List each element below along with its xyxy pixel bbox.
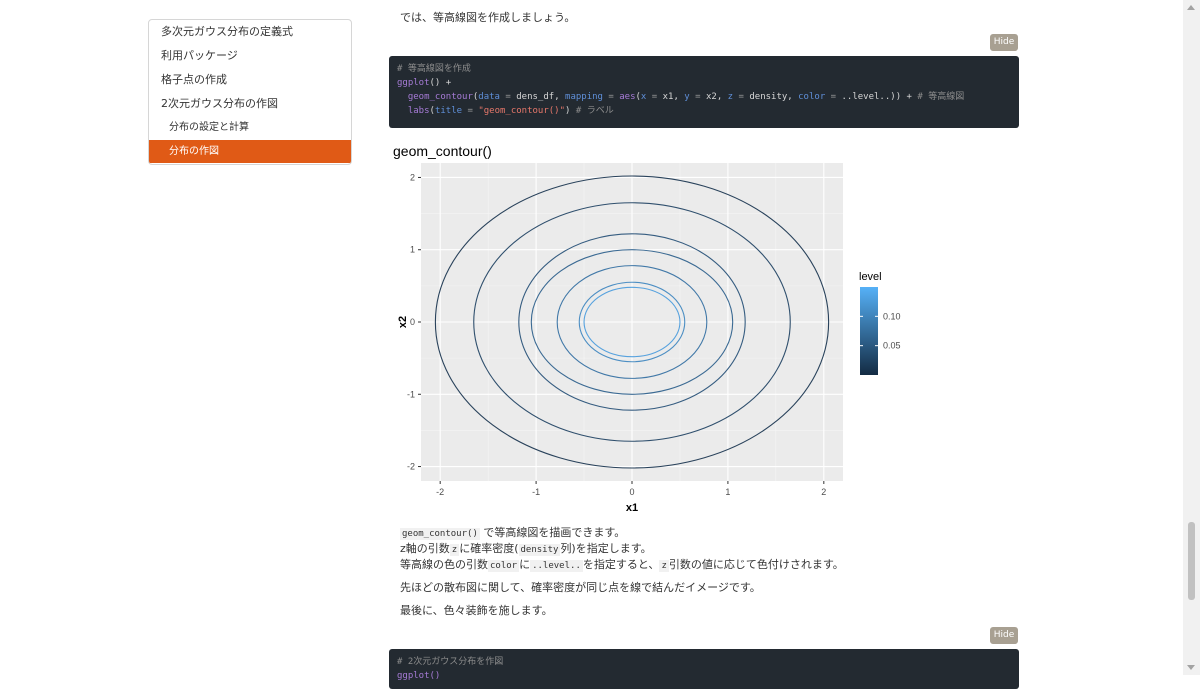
desc-line-3: 等高線の色の引数 color に ..level.. を指定すると、 z 引数の値に応じて色… [400, 556, 844, 572]
legend-title: level [859, 271, 882, 283]
code-token: = [602, 92, 620, 102]
toc-item-2d-gaussian[interactable]: 2次元ガウス分布の作図 [149, 92, 351, 116]
code-token: x2 [705, 92, 717, 102]
inline-code: z [449, 544, 460, 556]
desc-text: を指定すると、 [582, 558, 660, 571]
y-axis-ticks: -2 -1 0 1 2 [407, 172, 421, 472]
y-axis-label: x2 [397, 316, 409, 328]
code-block: # 等高線図を作成 ggplot() + geom_contour(data =… [389, 56, 1019, 128]
toc-item-definition[interactable]: 多次元ガウス分布の定義式 [149, 20, 351, 44]
desc-text: z軸の引数 [400, 542, 450, 555]
y-tick-label: 2 [410, 172, 415, 182]
code-token: ) [565, 106, 576, 116]
code-token: mapping [565, 92, 603, 102]
code-token: = [646, 92, 663, 102]
code-token: )) + [890, 92, 918, 102]
toc-item-grid-points[interactable]: 格子点の作成 [149, 68, 351, 92]
inline-code: geom_contour() [400, 528, 480, 540]
desc-text: 等高線の色の引数 [400, 558, 488, 571]
y-tick-label: 1 [410, 245, 415, 255]
code-comment: # 等高線図 [917, 92, 965, 102]
x-tick-label: -2 [436, 487, 444, 497]
code-token: title [434, 106, 463, 116]
legend-colorbar [860, 287, 878, 375]
code-token: data [478, 92, 500, 102]
x-axis-ticks: -2 -1 0 1 2 [436, 481, 826, 497]
hide-code-button[interactable]: Hide [990, 627, 1018, 644]
x-axis-label: x1 [626, 502, 638, 514]
code-token: = [733, 92, 750, 102]
x-tick-label: 0 [629, 487, 634, 497]
desc-line-1: geom_contour() で等高線図を描画できます。 [400, 524, 625, 540]
scroll-up-arrow-icon[interactable] [1187, 5, 1195, 10]
toc-item-packages[interactable]: 利用パッケージ [149, 44, 351, 68]
code-token: ggplot [397, 78, 430, 88]
code-token: = [689, 92, 706, 102]
scroll-down-arrow-icon[interactable] [1187, 665, 1195, 670]
desc-text: で等高線図を描画できます。 [479, 526, 626, 539]
code-comment: # ラベル [575, 106, 614, 116]
desc-text: 列)を指定します。 [560, 542, 652, 555]
legend-tick-label: 0.10 [883, 311, 901, 321]
inline-code: z [659, 560, 669, 572]
inline-code: density [518, 544, 561, 556]
code-token: color [798, 92, 826, 102]
code-token: "geom_contour()" [478, 106, 566, 116]
code-token: aes [619, 92, 636, 102]
contour-chart: geom_contour() -2 -1 0 1 2 -2 -1 0 1 2 x1 x2 lev… [393, 143, 901, 514]
code-token: = [825, 92, 842, 102]
code-token: labs [407, 106, 430, 116]
code-token: = [499, 92, 517, 102]
x-tick-label: 1 [725, 487, 730, 497]
code-token: dens_df [516, 92, 555, 102]
code-token: density [749, 92, 788, 102]
chart-title: geom_contour() [393, 143, 492, 159]
x-tick-label: -1 [532, 487, 540, 497]
inline-code: color [488, 560, 520, 572]
desc-text: に確率密度( [459, 542, 519, 555]
desc-paragraph-3: 最後に、色々装飾を施します。 [400, 604, 553, 617]
code-comment: # 等高線図を作成 [397, 64, 471, 74]
desc-line-2: z軸の引数 z に確率密度(density 列)を指定します。 [400, 540, 652, 556]
intro-paragraph: では、等高線図を作成しましょう。 [400, 11, 576, 24]
inline-code: ..level.. [530, 560, 583, 572]
table-of-contents: 多次元ガウス分布の定義式 利用パッケージ 格子点の作成 2次元ガウス分布の作図 … [148, 19, 352, 165]
x-tick-label: 2 [821, 487, 826, 497]
y-tick-label: -1 [407, 389, 415, 399]
code-token: = [462, 106, 479, 116]
y-tick-label: -2 [407, 462, 415, 472]
code-token: x1 [662, 92, 674, 102]
desc-paragraph-2: 先ほどの散布図に関して、確率密度が同じ点を線で結んだイメージです。 [400, 581, 761, 594]
hide-code-button[interactable]: Hide [990, 34, 1018, 51]
legend-tick-label: 0.05 [883, 341, 901, 351]
desc-text: 引数の値に応じて色付けされます。 [668, 558, 844, 571]
scrollbar-thumb[interactable] [1188, 522, 1195, 600]
y-tick-label: 0 [410, 317, 415, 327]
toc-item-distribution-plot[interactable]: 分布の作図 [149, 140, 351, 164]
page-scrollbar[interactable] [1183, 0, 1200, 675]
toc-item-distribution-setup[interactable]: 分布の設定と計算 [149, 116, 351, 140]
desc-text: に [519, 558, 531, 571]
code-token: ggplot() [397, 671, 441, 681]
code-token: geom_contour [407, 92, 473, 102]
code-token: ..level.. [841, 92, 891, 102]
code-comment: # 2次元ガウス分布を作図 [397, 657, 504, 667]
code-block: # 2次元ガウス分布を作図 ggplot() [389, 649, 1019, 689]
code-token: () + [429, 78, 452, 88]
